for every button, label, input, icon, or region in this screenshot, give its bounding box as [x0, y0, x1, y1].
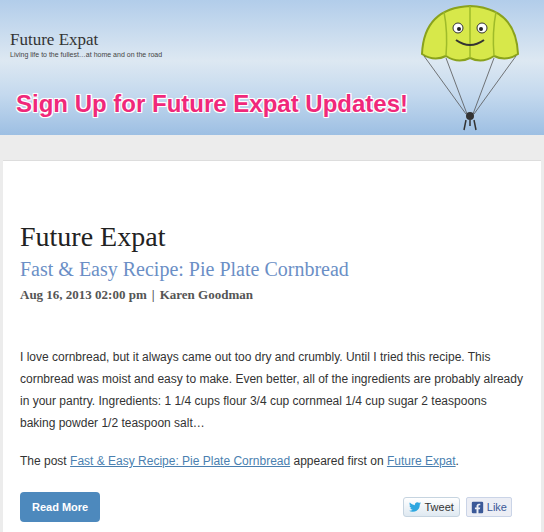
meta-separator: | [152, 286, 155, 304]
parachute-icon [414, 2, 526, 132]
read-more-button[interactable]: Read More [20, 492, 100, 522]
post-meta: Aug 16, 2013 02:00 pm | Karen Goodman [20, 286, 524, 304]
like-button[interactable]: Like [466, 497, 512, 517]
post-title-link[interactable]: Fast & Easy Recipe: Pie Plate Cornbread [20, 256, 524, 282]
facebook-icon [471, 501, 484, 514]
post-excerpt: I love cornbread, but it always came out… [20, 346, 524, 434]
banner[interactable]: Future ExpatLiving life to the fullest…a… [0, 0, 544, 135]
footer-post-link[interactable]: Fast & Easy Recipe: Pie Plate Cornbread [70, 454, 290, 468]
footer-site-link[interactable]: Future Expat [387, 454, 456, 468]
post-footer: The post Fast & Easy Recipe: Pie Plate C… [20, 450, 524, 472]
twitter-bird-icon [409, 501, 421, 513]
tweet-button[interactable]: Tweet [403, 497, 459, 517]
email-page: Future ExpatLiving life to the fullest…a… [0, 0, 544, 532]
post-card: Future ExpatFast & Easy Recipe: Pie Plat… [3, 160, 541, 532]
share-buttons: Tweet Like [403, 497, 512, 517]
action-row: Read More Tweet Like [20, 492, 524, 522]
feed-title: Future Expat [20, 219, 524, 254]
post-author: Karen Goodman [160, 286, 253, 304]
signup-banner-text[interactable]: Sign Up for Future Expat Updates! [16, 89, 534, 119]
post-date: Aug 16, 2013 02:00 pm [20, 286, 147, 304]
